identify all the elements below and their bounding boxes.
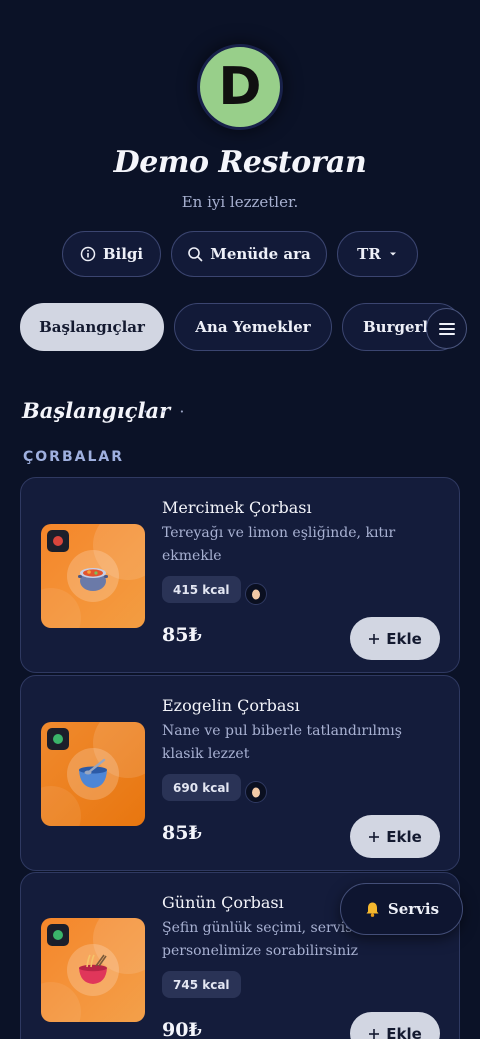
logo-letter: D bbox=[218, 57, 262, 117]
item-image bbox=[41, 722, 145, 826]
item-name: Mercimek Çorbası bbox=[162, 498, 312, 517]
noodle-bowl-icon bbox=[79, 954, 107, 984]
call-service-button[interactable]: Servis bbox=[340, 883, 463, 935]
tab-baslangiclar[interactable]: Başlangıçlar bbox=[20, 303, 164, 351]
item-price: 85₺ bbox=[162, 624, 202, 646]
hamburger-icon bbox=[438, 322, 455, 335]
egg-allergen-badge bbox=[245, 583, 267, 605]
add-to-cart-button[interactable]: Ekle bbox=[350, 617, 440, 660]
item-description: Tereyağı ve limon eşliğinde, kıtır ekmek… bbox=[162, 525, 396, 564]
category-tabs: Başlangıçlar Ana Yemekler Burgerler bbox=[0, 303, 480, 353]
service-label: Servis bbox=[387, 900, 440, 918]
info-label: Bilgi bbox=[102, 245, 144, 263]
search-icon bbox=[188, 247, 203, 262]
restaurant-subtitle: En iyi lezzetler. bbox=[181, 193, 299, 211]
calorie-badge: 745 kcal bbox=[162, 971, 241, 998]
calorie-badge: 690 kcal bbox=[162, 774, 241, 801]
search-menu-label: Menüde ara bbox=[210, 245, 311, 263]
add-label: Ekle bbox=[386, 1024, 422, 1039]
menu-item-card[interactable]: Mercimek Çorbası Tereyağı ve limon eşliğ… bbox=[20, 477, 460, 673]
bell-icon bbox=[366, 902, 379, 917]
plus-icon bbox=[369, 633, 380, 644]
item-price: 85₺ bbox=[162, 822, 202, 844]
item-name: Ezogelin Çorbası bbox=[162, 696, 300, 715]
diet-badge bbox=[47, 728, 69, 750]
egg-allergen-badge bbox=[245, 781, 267, 803]
info-button[interactable]: Bilgi bbox=[62, 231, 161, 277]
plus-icon bbox=[369, 831, 380, 842]
restaurant-logo: D bbox=[197, 44, 283, 130]
add-to-cart-button[interactable]: Ekle bbox=[350, 815, 440, 858]
diet-badge bbox=[47, 530, 69, 552]
bowl-icon bbox=[79, 758, 107, 788]
add-label: Ekle bbox=[386, 827, 422, 846]
info-icon bbox=[80, 246, 96, 262]
diet-badge bbox=[47, 924, 69, 946]
item-description: Nane ve pul biberle tatlandırılmış klasi… bbox=[162, 723, 402, 762]
section-dots: · · · bbox=[143, 402, 189, 421]
item-image bbox=[41, 524, 145, 628]
egg-icon bbox=[252, 589, 260, 600]
category-menu-button[interactable] bbox=[426, 308, 467, 349]
add-to-cart-button[interactable]: Ekle bbox=[350, 1012, 440, 1039]
calorie-badge: 415 kcal bbox=[162, 576, 241, 603]
chevron-down-icon bbox=[389, 252, 396, 256]
search-menu-button[interactable]: Menüde ara bbox=[171, 231, 327, 277]
subcategory-title: ÇORBALAR bbox=[23, 449, 124, 465]
item-price: 90₺ bbox=[162, 1019, 202, 1039]
add-label: Ekle bbox=[386, 629, 422, 648]
pot-icon bbox=[78, 568, 108, 591]
item-image bbox=[41, 918, 145, 1022]
language-label: TR bbox=[357, 245, 381, 263]
egg-icon bbox=[252, 787, 260, 798]
tab-ana-yemekler[interactable]: Ana Yemekler bbox=[174, 303, 332, 351]
plus-icon bbox=[369, 1028, 380, 1039]
menu-item-card[interactable]: Ezogelin Çorbası Nane ve pul biberle tat… bbox=[20, 675, 460, 871]
language-selector[interactable]: TR bbox=[337, 231, 418, 277]
restaurant-title: Demo Restoran bbox=[113, 145, 367, 180]
